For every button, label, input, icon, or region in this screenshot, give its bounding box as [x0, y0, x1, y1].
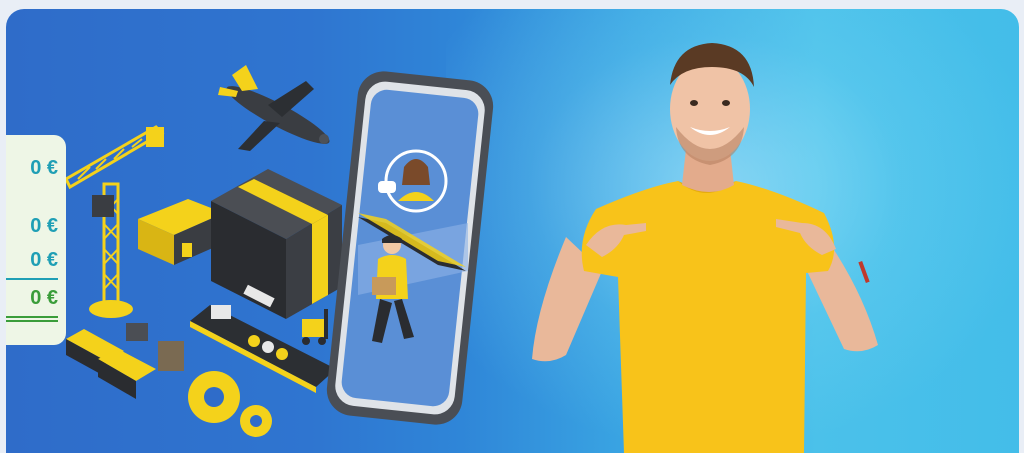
smiling-man-photo [532, 43, 878, 453]
gears-icon [188, 371, 272, 437]
box-icon [211, 169, 342, 319]
truck-icon [66, 323, 184, 399]
forklift-icon [302, 309, 328, 345]
divider [6, 278, 58, 280]
price-2: 0 € [30, 215, 58, 237]
yellow-tshirt [581, 181, 835, 453]
banner: 0 € 0 € 0 € 0 € [6, 9, 1019, 453]
price-card: 0 € 0 € 0 € 0 € [6, 135, 66, 345]
logistics-illustration [64, 65, 494, 437]
divider [6, 320, 58, 322]
price-1: 0 € [30, 157, 58, 179]
divider [6, 316, 58, 318]
price-3: 0 € [30, 249, 58, 271]
airplane-icon [218, 65, 330, 151]
price-total: 0 € [30, 287, 58, 309]
